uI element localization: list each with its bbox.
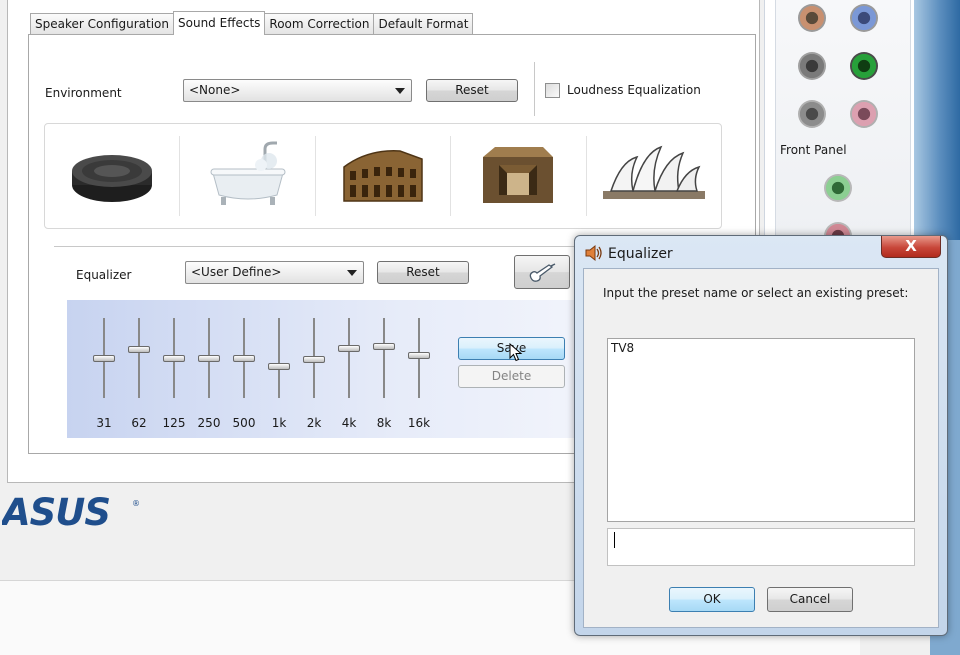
eq-frequency-label: 62 (131, 416, 147, 430)
tab-room-correction[interactable]: Room Correction (264, 13, 375, 34)
close-button[interactable]: X (881, 236, 941, 258)
eq-slider-2k[interactable] (302, 318, 326, 398)
preset-list[interactable]: TV8 (607, 338, 915, 522)
eq-frequency-label: 8k (376, 416, 392, 430)
cancel-button[interactable]: Cancel (767, 587, 853, 612)
tab-bar: Speaker Configuration Sound Effects Room… (30, 11, 474, 35)
pink-jack-icon[interactable] (850, 100, 878, 128)
environment-preset-colosseum[interactable] (316, 136, 452, 216)
svg-text:®: ® (132, 499, 140, 508)
eq-frequency-label: 125 (162, 416, 186, 430)
mouse-cursor-icon (509, 343, 523, 362)
text-caret (614, 532, 615, 548)
eq-frequency-label: 1k (271, 416, 287, 430)
tab-default-format[interactable]: Default Format (373, 13, 474, 34)
slider-thumb[interactable] (373, 343, 395, 350)
eq-frequency-label: 2k (306, 416, 322, 430)
speaker-icon (585, 244, 602, 262)
environment-preset-opera-house[interactable] (587, 136, 721, 216)
chevron-down-icon (395, 88, 405, 94)
eq-frequency-label: 500 (232, 416, 256, 430)
asus-logo: ASUS ® (2, 496, 140, 528)
colosseum-icon (343, 150, 423, 202)
loudness-equalization-checkbox[interactable] (545, 83, 560, 98)
dialog-body: Input the preset name or select an exist… (583, 268, 939, 628)
slider-thumb[interactable] (163, 355, 185, 362)
svg-text:ASUS: ASUS (2, 496, 110, 528)
eq-slider-8k[interactable] (372, 318, 396, 398)
slider-thumb[interactable] (128, 346, 150, 353)
stone-room-icon (483, 147, 554, 203)
tab-sound-effects[interactable]: Sound Effects (173, 11, 266, 35)
connector-panel: Front Panel (775, 0, 911, 250)
opera-house-icon (602, 145, 705, 199)
eq-frequency-label: 250 (197, 416, 221, 430)
eq-slider-250[interactable] (197, 318, 221, 398)
eq-slider-4k[interactable] (337, 318, 361, 398)
eq-slider-62[interactable] (127, 318, 151, 398)
green-jack-icon[interactable] (850, 52, 878, 80)
dialog-title: Equalizer (608, 246, 673, 262)
dialog-prompt: Input the preset name or select an exist… (603, 286, 909, 300)
equalizer-label: Equalizer (76, 268, 132, 282)
slider-thumb[interactable] (303, 356, 325, 363)
preset-list-item[interactable]: TV8 (611, 341, 634, 355)
ok-button[interactable]: OK (669, 587, 755, 612)
slider-thumb[interactable] (93, 355, 115, 362)
preset-name-input[interactable] (607, 528, 915, 566)
slider-track (348, 318, 350, 398)
gray-jack-icon[interactable] (798, 52, 826, 80)
equalizer-selected-value: <User Define> (191, 265, 282, 279)
environment-selected-value: <None> (189, 83, 241, 97)
environment-preset-strip (44, 123, 722, 229)
bathtub-icon (210, 141, 286, 205)
slider-track (138, 318, 140, 398)
slider-thumb[interactable] (338, 345, 360, 352)
environment-select[interactable]: <None> (183, 79, 412, 102)
front-green-jack-icon[interactable] (824, 174, 852, 202)
environment-reset-button[interactable]: Reset (426, 79, 518, 102)
guitar-preset-button[interactable] (514, 255, 570, 289)
desktop-background (914, 0, 960, 240)
slider-track (278, 318, 280, 398)
equalizer-select[interactable]: <User Define> (185, 261, 364, 284)
equalizer-save-dialog: Equalizer X Input the preset name or sel… (574, 235, 948, 636)
guitar-icon (529, 262, 556, 282)
loudness-equalization-label: Loudness Equalization (567, 83, 701, 97)
front-panel-label: Front Panel (780, 143, 847, 157)
chevron-down-icon (347, 270, 357, 276)
slider-thumb[interactable] (408, 352, 430, 359)
slider-thumb[interactable] (233, 355, 255, 362)
environment-label: Environment (45, 86, 122, 100)
environment-preset-bathroom[interactable] (180, 136, 316, 216)
gray-jack-icon[interactable] (798, 100, 826, 128)
slider-track (383, 318, 385, 398)
eq-slider-125[interactable] (162, 318, 186, 398)
eq-slider-31[interactable] (92, 318, 116, 398)
eq-slider-1k[interactable] (267, 318, 291, 398)
eq-frequency-label: 16k (407, 416, 431, 430)
environment-preset-stone[interactable] (45, 136, 181, 216)
slider-thumb[interactable] (268, 363, 290, 370)
orange-jack-icon[interactable] (798, 4, 826, 32)
tab-speaker-configuration[interactable]: Speaker Configuration (30, 13, 175, 34)
environment-preset-stone-room[interactable] (451, 136, 587, 216)
slider-thumb[interactable] (198, 355, 220, 362)
equalizer-delete-button[interactable]: Delete (458, 365, 565, 388)
eq-frequency-label: 31 (96, 416, 112, 430)
stone-disc-icon (72, 155, 153, 202)
divider (534, 62, 535, 116)
eq-slider-500[interactable] (232, 318, 256, 398)
equalizer-reset-button[interactable]: Reset (377, 261, 469, 284)
blue-jack-icon[interactable] (850, 4, 878, 32)
eq-slider-16k[interactable] (407, 318, 431, 398)
eq-frequency-label: 4k (341, 416, 357, 430)
